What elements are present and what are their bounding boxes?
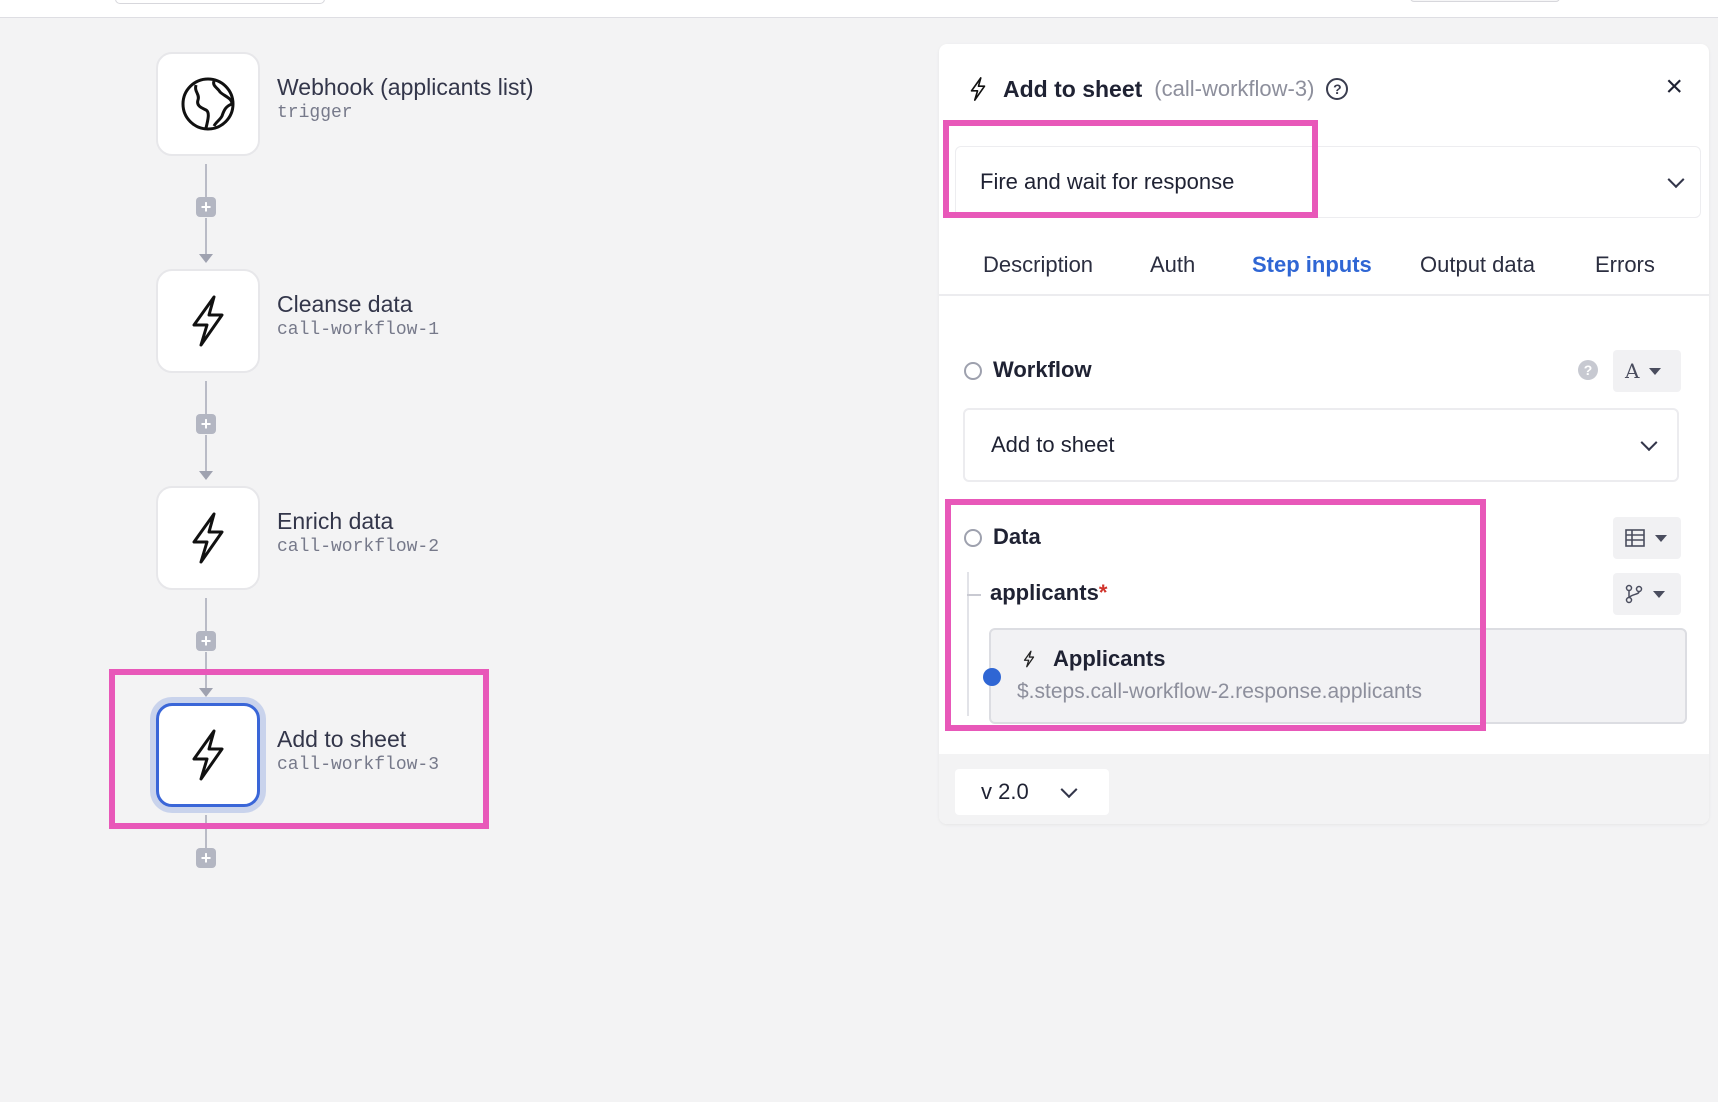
table-icon <box>1625 529 1645 547</box>
tab-description[interactable]: Description <box>983 252 1093 278</box>
add-step-button[interactable]: + <box>196 631 216 651</box>
chevron-down-icon <box>1060 781 1078 799</box>
step-title: Webhook (applicants list) <box>277 74 534 100</box>
chevron-down-icon <box>1667 171 1685 189</box>
step-config-panel: Add to sheet (call-workflow-3) ? × Fire … <box>939 44 1709 824</box>
step-subtitle: call-workflow-2 <box>277 537 440 557</box>
selected-indicator <box>983 668 1001 686</box>
workflow-select-value: Add to sheet <box>991 432 1115 457</box>
caret-down-icon <box>1653 590 1665 598</box>
connector-line <box>205 598 207 632</box>
workflow-help-icon[interactable]: ? <box>1578 360 1598 380</box>
applicants-label: applicants* <box>990 580 1107 606</box>
connector-line <box>205 381 207 415</box>
execution-mode-value: Fire and wait for response <box>980 169 1235 194</box>
top-bar-control[interactable] <box>1410 0 1560 2</box>
step-title: Add to sheet <box>277 726 407 752</box>
tree-connector <box>967 594 981 596</box>
step-subtitle: call-workflow-3 <box>277 755 440 775</box>
help-icon[interactable]: ? <box>1326 78 1349 100</box>
add-step-button[interactable]: + <box>196 414 216 434</box>
add-step-button[interactable]: + <box>196 197 216 217</box>
workflow-label: Workflow <box>993 357 1092 382</box>
step-label-enrich-data: Enrich data call-workflow-2 <box>277 507 439 559</box>
branch-icon <box>1625 584 1643 604</box>
panel-tabs: Description Auth Step inputs Output data… <box>939 252 1709 296</box>
reference-path: $.steps.call-workflow-2.response.applica… <box>1017 680 1423 703</box>
execution-mode-select[interactable]: Fire and wait for response <box>955 146 1701 218</box>
data-format-dropdown[interactable] <box>1613 517 1681 559</box>
step-label-webhook: Webhook (applicants list) trigger <box>277 73 534 125</box>
top-bar-control[interactable] <box>115 0 325 4</box>
step-reference-card[interactable] <box>989 628 1687 724</box>
caret-down-icon <box>1649 367 1662 375</box>
tab-step-inputs[interactable]: Step inputs <box>1252 252 1372 278</box>
lightning-icon <box>192 729 224 781</box>
connector-line <box>205 435 207 473</box>
reference-title: Applicants <box>1053 646 1166 671</box>
lightning-icon <box>192 295 224 347</box>
step-node-add-to-sheet[interactable] <box>156 703 260 807</box>
caret-down-icon <box>1655 534 1667 542</box>
top-bar <box>0 0 1718 18</box>
applicants-label-text: applicants <box>990 580 1099 605</box>
add-step-button[interactable]: + <box>196 848 216 868</box>
data-label: Data <box>993 524 1041 549</box>
connector-line <box>205 652 207 690</box>
lightning-icon <box>1023 650 1035 668</box>
panel-step-id: (call-workflow-3) <box>1154 76 1315 101</box>
chevron-down-icon <box>1640 434 1658 452</box>
value-type-dropdown[interactable]: A <box>1613 350 1681 392</box>
workflow-select[interactable]: Add to sheet <box>963 408 1679 482</box>
text-type-icon: A <box>1625 359 1640 383</box>
panel-title: Add to sheet <box>1003 75 1143 102</box>
lightning-icon <box>192 512 224 564</box>
globe-icon <box>181 77 235 131</box>
required-asterisk: * <box>1098 580 1108 605</box>
connector-line <box>205 164 207 198</box>
source-type-dropdown[interactable] <box>1613 573 1681 615</box>
panel-header: Add to sheet (call-workflow-3) ? <box>965 72 1349 106</box>
version-select[interactable]: v 2.0 <box>955 769 1109 815</box>
close-button[interactable]: × <box>1665 72 1683 102</box>
arrow-down-icon <box>199 471 213 480</box>
step-label-add-to-sheet: Add to sheet call-workflow-3 <box>277 725 439 777</box>
arrow-down-icon <box>199 688 213 697</box>
tab-auth[interactable]: Auth <box>1150 252 1195 278</box>
step-title: Cleanse data <box>277 291 413 317</box>
lightning-icon <box>970 77 986 101</box>
step-node-cleanse-data[interactable] <box>156 269 260 373</box>
step-node-webhook[interactable] <box>156 52 260 156</box>
tab-errors[interactable]: Errors <box>1595 252 1655 278</box>
data-radio[interactable] <box>964 529 982 547</box>
step-title: Enrich data <box>277 508 394 534</box>
step-subtitle: trigger <box>277 103 353 123</box>
step-label-cleanse-data: Cleanse data call-workflow-1 <box>277 290 439 342</box>
step-subtitle: call-workflow-1 <box>277 320 440 340</box>
version-value: v 2.0 <box>981 779 1029 804</box>
step-node-enrich-data[interactable] <box>156 486 260 590</box>
arrow-down-icon <box>199 254 213 263</box>
workflow-radio[interactable] <box>964 362 982 380</box>
tab-output-data[interactable]: Output data <box>1420 252 1535 278</box>
connector-line <box>205 815 207 849</box>
connector-line <box>205 218 207 256</box>
